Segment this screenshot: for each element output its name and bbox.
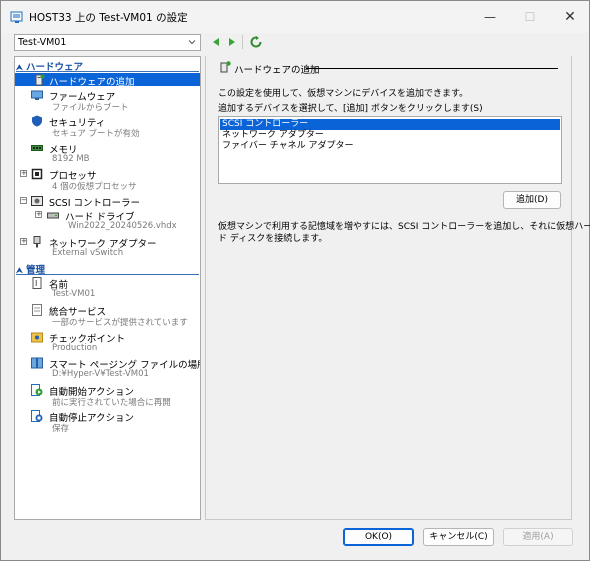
hard-drive-icon <box>47 212 59 219</box>
device-option[interactable]: ファイバー チャネル アダプター <box>220 141 560 152</box>
chevron-down-icon <box>188 40 196 45</box>
network-adapter-icon <box>33 236 41 248</box>
header-rule <box>306 68 558 69</box>
section-hardware[interactable]: ⮝ ハードウェア <box>16 59 199 73</box>
tree-item-label: ハードウェアの追加 <box>49 77 135 88</box>
tree-item-processor[interactable]: + プロセッサ 4 個の仮想プロセッサ <box>15 167 200 193</box>
section-management[interactable]: ⮝ 管理 <box>16 262 199 276</box>
tree-item-detail: D:¥Hyper-V¥Test-VM01 <box>52 369 149 379</box>
svg-text:I: I <box>35 279 37 288</box>
tree-item-name[interactable]: I 名前 Test-VM01 <box>15 276 200 302</box>
tree-item-add-hardware[interactable]: ハードウェアの追加 <box>15 73 200 88</box>
auto-stop-icon <box>31 410 43 422</box>
ok-button[interactable]: OK(O) <box>343 528 414 546</box>
tree-item-detail: 前に実行されていた場合に再開 <box>52 398 171 408</box>
tree-item-detail: 4 個の仮想プロセッサ <box>52 182 137 192</box>
firmware-icon <box>31 90 43 100</box>
tree-item-detail: 一部のサービスが提供されています <box>52 318 188 328</box>
tree-item-hard-drive[interactable]: + ハード ドライブ Win2022_20240526.vhdx <box>15 208 200 234</box>
section-divider <box>16 274 199 275</box>
tree-item-memory[interactable]: メモリ 8192 MB <box>15 141 200 167</box>
settings-window: HOST33 上の Test-VM01 の設定 — ☐ ✕ Test-VM01 … <box>0 0 590 561</box>
panel-header: ハードウェアの追加 <box>234 65 320 76</box>
memory-icon <box>31 145 43 151</box>
add-hardware-panel: ハードウェアの追加 この設定を使用して、仮想マシンにデバイスを追加できます。 追… <box>206 56 590 520</box>
device-option[interactable]: ネットワーク アダプター <box>220 130 560 141</box>
apply-button[interactable]: 適用(A) <box>503 528 573 546</box>
vm-settings-icon <box>10 11 23 23</box>
smart-paging-icon <box>31 357 43 369</box>
refresh-icon[interactable] <box>250 36 262 48</box>
previous-vm-button[interactable] <box>210 36 222 48</box>
tree-item-auto-stop[interactable]: 自動停止アクション 保存 <box>15 409 200 435</box>
checkpoint-icon <box>31 332 43 343</box>
maximize-button[interactable]: ☐ <box>512 5 548 29</box>
tree-item-integration-services[interactable]: 統合サービス 一部のサービスが提供されています <box>15 303 200 329</box>
tree-item-checkpoints[interactable]: チェックポイント Production <box>15 330 200 356</box>
settings-tree: ⮝ ハードウェア ハードウェアの追加 ファームウェア ファイルからブート セキュリ <box>14 56 201 520</box>
vm-selector-dropdown[interactable]: Test-VM01 <box>14 34 201 51</box>
add-device-button[interactable]: 追加(D) <box>503 191 561 209</box>
add-hardware-icon <box>220 61 231 73</box>
minimize-button[interactable]: — <box>472 5 508 29</box>
tree-item-detail: セキュア ブートが有効 <box>52 129 140 139</box>
tree-item-detail: External vSwitch <box>52 248 124 258</box>
tree-item-label: SCSI コントローラー <box>49 198 141 209</box>
tree-item-detail: 保存 <box>52 424 70 434</box>
tree-item-firmware[interactable]: ファームウェア ファイルからブート <box>15 88 200 114</box>
panel-description: この設定を使用して、仮想マシンにデバイスを追加できます。 <box>218 89 469 99</box>
tree-item-detail: 8192 MB <box>52 154 90 164</box>
tree-item-security[interactable]: セキュリティ セキュア ブートが有効 <box>15 114 200 140</box>
expand-icon[interactable]: + <box>20 238 27 245</box>
expand-icon[interactable]: + <box>35 211 42 218</box>
tree-item-detail: Test-VM01 <box>52 289 96 299</box>
title-bar: HOST33 上の Test-VM01 の設定 — ☐ ✕ <box>1 1 589 33</box>
device-option[interactable]: SCSI コントローラー <box>220 119 560 130</box>
window-title: HOST33 上の Test-VM01 の設定 <box>29 12 188 24</box>
auto-start-icon <box>31 384 43 396</box>
integration-services-icon <box>32 304 42 316</box>
tree-item-auto-start[interactable]: 自動開始アクション 前に実行されていた場合に再開 <box>15 383 200 409</box>
processor-icon <box>31 168 43 180</box>
shield-icon <box>32 115 42 127</box>
tree-item-detail: Production <box>52 343 98 353</box>
device-listbox[interactable]: SCSI コントローラー ネットワーク アダプター ファイバー チャネル アダプ… <box>218 116 562 184</box>
tree-item-detail: ファイルからブート <box>52 103 129 113</box>
scsi-controller-icon <box>31 196 43 206</box>
tree-item-smart-paging[interactable]: スマート ページング ファイルの場所 D:¥Hyper-V¥Test-VM01 <box>15 356 200 382</box>
cancel-button[interactable]: キャンセル(C) <box>423 528 494 546</box>
collapse-icon[interactable]: − <box>20 197 27 204</box>
vm-selector-value: Test-VM01 <box>18 37 67 48</box>
info-text-line2: ド ディスクを接続します。 <box>218 234 328 244</box>
add-hardware-icon <box>35 74 45 86</box>
device-select-instruction: 追加するデバイスを選択して、[追加] ボタンをクリックします(S) <box>218 104 483 114</box>
toolbar-separator <box>242 35 243 49</box>
close-button[interactable]: ✕ <box>552 5 588 29</box>
name-icon: I <box>32 277 42 289</box>
tree-item-network-adapter[interactable]: + ネットワーク アダプター External vSwitch <box>15 235 200 261</box>
expand-icon[interactable]: + <box>20 170 27 177</box>
section-divider <box>16 71 199 72</box>
next-vm-button[interactable] <box>226 36 238 48</box>
tree-item-detail: Win2022_20240526.vhdx <box>68 221 177 231</box>
